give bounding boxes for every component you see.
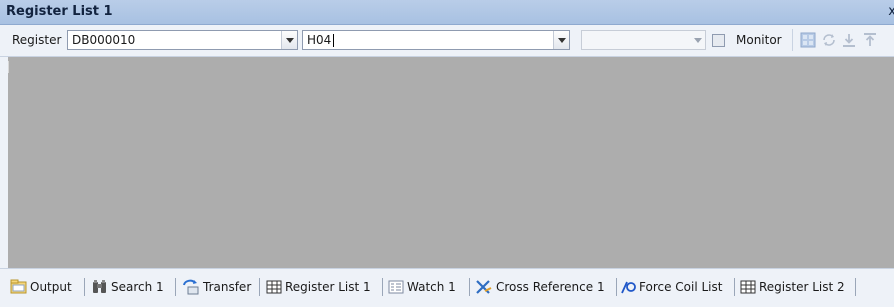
tab-divider [84, 278, 85, 296]
text-caret [333, 34, 334, 47]
tab-force-coil-list[interactable]: Force Coil List [621, 277, 722, 297]
watch-icon [388, 280, 404, 294]
format-dropdown-icon[interactable] [553, 31, 569, 49]
register-input[interactable]: DB000010 [72, 33, 135, 47]
tab-label: Transfer [203, 280, 252, 294]
close-icon[interactable]: x [888, 4, 894, 19]
register-grid-icon[interactable] [800, 32, 816, 48]
output-icon [10, 279, 27, 294]
cross-reference-icon [476, 280, 492, 294]
upload-icon[interactable] [862, 32, 878, 48]
tab-divider [469, 278, 470, 296]
tab-divider [734, 278, 735, 296]
tab-divider [175, 278, 176, 296]
register-toolbar: Register DB000010 H04 Monitor [0, 25, 894, 57]
list-cursor [8, 61, 9, 73]
register-label: Register [12, 33, 62, 47]
table-icon [740, 280, 756, 294]
tab-label: Watch 1 [407, 280, 456, 294]
tab-register-list-1[interactable]: Register List 1 [266, 277, 371, 297]
register-list-area[interactable] [8, 57, 894, 268]
tab-label: Register List 1 [285, 280, 371, 294]
binoculars-icon [93, 280, 106, 293]
disabled-dropdown-icon [690, 31, 705, 49]
tab-cross-reference-1[interactable]: Cross Reference 1 [475, 277, 605, 297]
format-combo[interactable]: H04 [302, 30, 570, 50]
tab-divider [382, 278, 383, 296]
tab-divider [259, 278, 260, 296]
download-icon[interactable] [841, 32, 857, 48]
tab-transfer[interactable]: Transfer [181, 277, 251, 297]
monitor-checkbox[interactable] [712, 34, 725, 47]
tab-divider [616, 278, 617, 296]
toolbar-divider [792, 29, 793, 51]
refresh-icon[interactable] [821, 32, 837, 48]
register-combo[interactable]: DB000010 [67, 30, 298, 50]
tab-divider [855, 278, 856, 296]
bottom-tab-bar: Output Search 1 Transfer Register List 1… [0, 268, 894, 307]
format-input[interactable]: H04 [307, 33, 331, 47]
tab-label: Force Coil List [639, 280, 723, 294]
table-icon [266, 280, 282, 294]
tab-label: Search 1 [111, 280, 164, 294]
window-title: Register List 1 [6, 4, 113, 19]
transfer-icon [183, 279, 199, 295]
register-dropdown-icon[interactable] [281, 31, 297, 49]
title-bar: Register List 1 x [0, 0, 894, 25]
force-coil-icon [621, 281, 636, 294]
tab-label: Register List 2 [759, 280, 845, 294]
disabled-combo [581, 30, 706, 50]
tab-output[interactable]: Output [10, 277, 72, 297]
tab-label: Output [30, 280, 72, 294]
monitor-label[interactable]: Monitor [736, 33, 782, 47]
tab-label: Cross Reference 1 [496, 280, 605, 294]
tab-register-list-2[interactable]: Register List 2 [740, 277, 845, 297]
tab-search-1[interactable]: Search 1 [91, 277, 164, 297]
tab-watch-1[interactable]: Watch 1 [388, 277, 456, 297]
